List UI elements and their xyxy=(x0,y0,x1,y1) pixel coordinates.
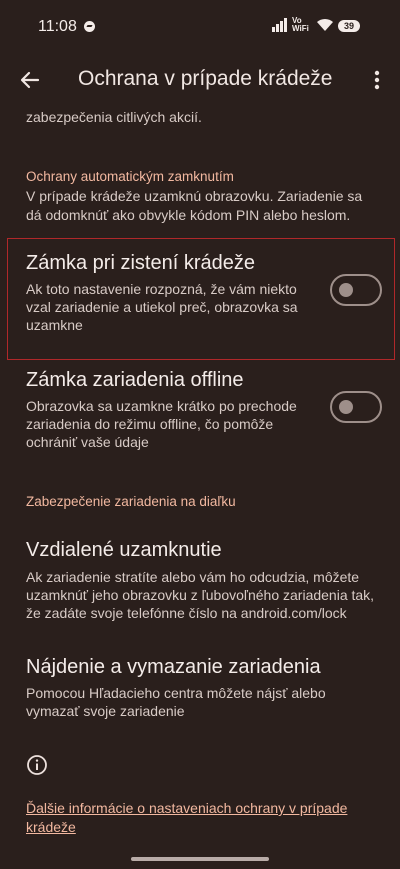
theft-lock-title: Zámka pri zistení krádeže xyxy=(26,252,255,274)
toggle-knob xyxy=(339,283,353,297)
auto-lock-description-line-1: V prípade krádeže uzamknú obrazovku. Zar… xyxy=(26,188,363,204)
remote-lock-desc-line-2: uzamknúť jeho obrazovku z ľubovoľného za… xyxy=(26,587,375,603)
remote-lock-title: Vzdialené uzamknutie xyxy=(26,539,222,561)
more-info-link[interactable]: Ďalšie informácie o nastaveniach ochrany… xyxy=(26,799,371,837)
page-title: Ochrana v prípade krádeže xyxy=(78,67,333,90)
offline-lock-desc-line-1: Obrazovka sa uzamkne krátko po prechode xyxy=(26,398,297,414)
theft-lock-desc-line-3: uzamkne xyxy=(26,317,83,333)
app-bar: Ochrana v prípade krádeže xyxy=(0,56,400,106)
messenger-icon xyxy=(84,21,95,32)
remote-lock-desc-line-1: Ak zariadenie stratíte alebo vám ho odcu… xyxy=(26,569,360,585)
battery-level: 39 xyxy=(343,21,354,31)
info-icon xyxy=(27,755,47,775)
find-erase-desc-line-2: vymazať svoje zariadenie xyxy=(26,703,185,719)
toggle-knob xyxy=(339,400,353,414)
more-vert-icon[interactable] xyxy=(366,68,388,92)
partial-description: zabezpečenia citlivých akcií. xyxy=(26,109,202,125)
section-header-remote: Zabezpečenie zariadenia na diaľku xyxy=(26,494,236,509)
vowifi-icon: Vo WiFi xyxy=(292,17,309,33)
section-header-auto-lock: Ochrany automatickým zamknutím xyxy=(26,169,234,184)
find-erase-title: Nájdenie a vymazanie zariadenia xyxy=(26,656,321,678)
theft-lock-toggle[interactable] xyxy=(330,274,382,306)
remote-lock-desc-line-3: že zadáte svoje telefónne číslo na andro… xyxy=(26,605,347,621)
auto-lock-description-line-2: dá odomknúť ako obvykle kódom PIN alebo … xyxy=(26,207,351,223)
offline-lock-title: Zámka zariadenia offline xyxy=(26,369,244,391)
status-bar: 11:08 Vo WiFi 39 xyxy=(0,0,400,56)
theft-lock-desc-line-1: Ak toto nastavenie rozpozná, že vám niek… xyxy=(26,281,297,297)
theft-lock-desc-line-2: vzal zariadenie a utiekol preč, obrazovk… xyxy=(26,299,298,315)
find-erase-desc-line-1: Pomocou Hľadacieho centra môžete nájsť a… xyxy=(26,685,326,701)
status-time: 11:08 xyxy=(38,18,77,35)
offline-lock-desc-line-3: ochrániť vaše údaje xyxy=(26,434,149,450)
home-indicator[interactable] xyxy=(131,857,269,861)
battery-icon: 39 xyxy=(338,20,360,32)
vowifi-bottom-label: WiFi xyxy=(292,24,309,33)
signal-icon xyxy=(272,18,288,32)
wifi-icon xyxy=(317,18,333,31)
offline-lock-desc-line-2: zariadenia do režimu offline, čo pomôže xyxy=(26,416,274,432)
offline-lock-toggle[interactable] xyxy=(330,391,382,423)
arrow-back-icon[interactable] xyxy=(18,68,42,92)
